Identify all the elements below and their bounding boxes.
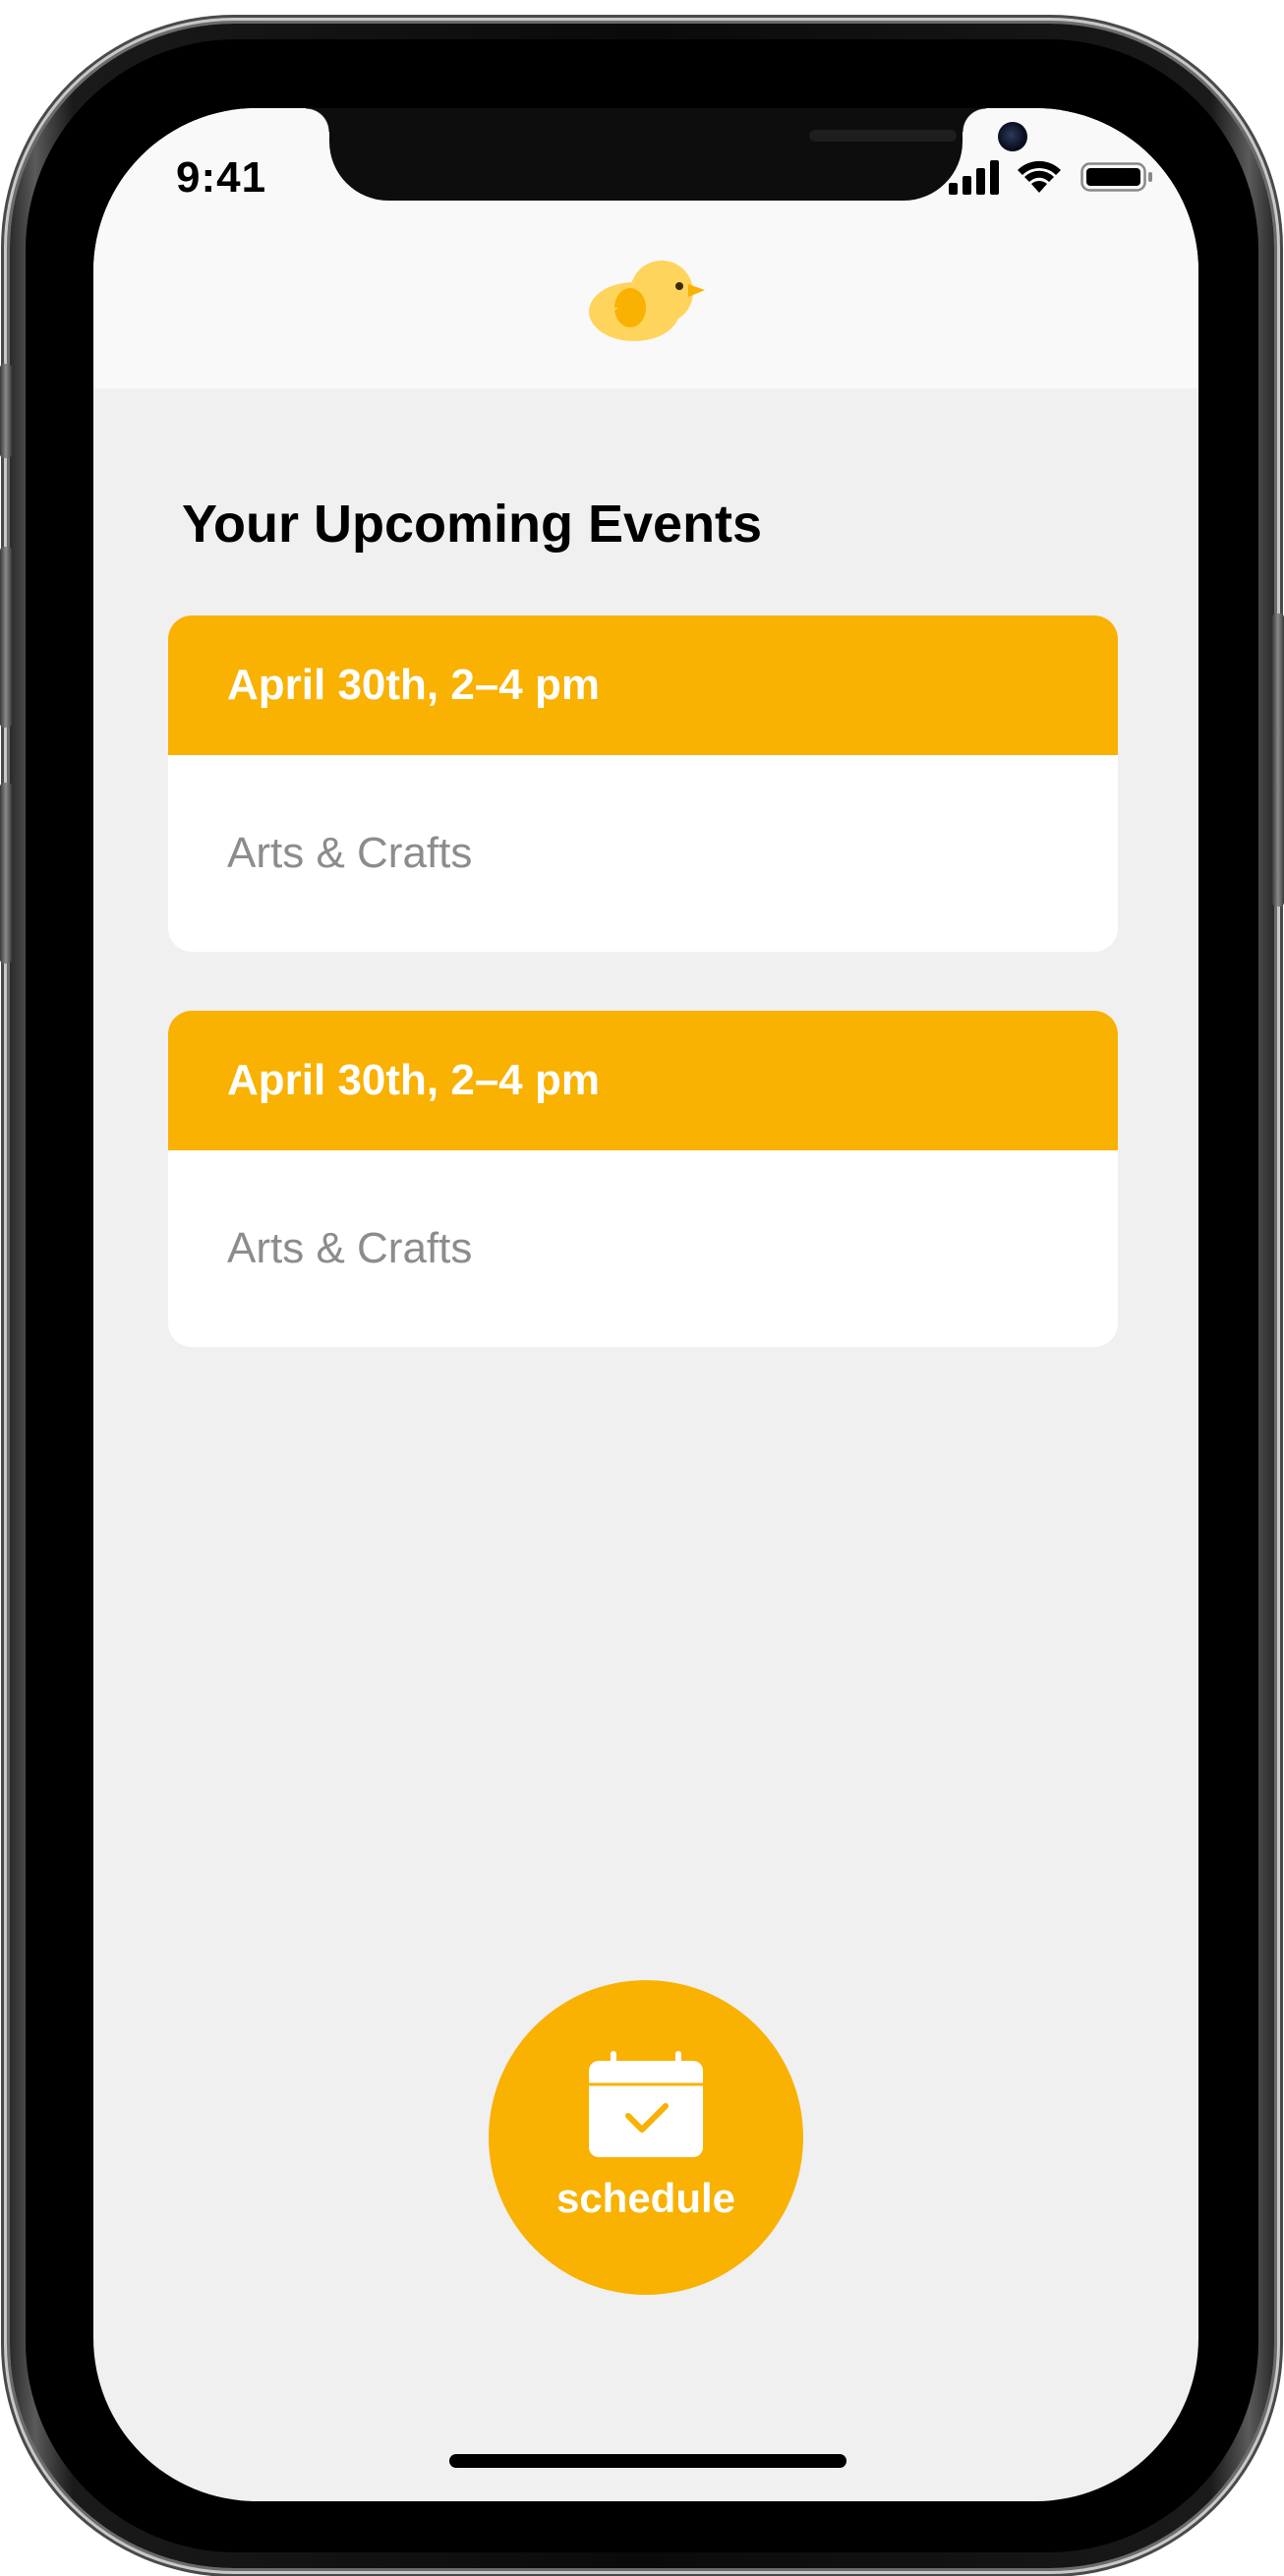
page-title: Your Upcoming Events [182, 495, 763, 554]
event-card-header: April 30th, 2–4 pm [168, 1011, 1118, 1150]
schedule-button[interactable]: schedule [489, 1980, 803, 2295]
event-card-body: Arts & Crafts [168, 755, 1118, 952]
front-camera [998, 122, 1027, 151]
silent-switch [0, 364, 12, 458]
event-card[interactable]: April 30th, 2–4 pm Arts & Crafts [168, 1011, 1118, 1347]
home-indicator[interactable] [449, 2454, 846, 2468]
app-header: 9:41 [93, 108, 1198, 388]
status-icons [949, 159, 1155, 195]
volume-down-button [0, 783, 12, 964]
battery-icon [1080, 162, 1152, 192]
app-screen: 9:41 Your Upcoming Events April 30th, 2–… [93, 108, 1198, 2501]
bird-logo-icon [589, 261, 705, 341]
signal-icon [949, 160, 999, 195]
calendar-check-icon [589, 2051, 703, 2157]
speaker-grille [809, 130, 957, 142]
wifi-icon [1018, 160, 1061, 193]
event-card-header: April 30th, 2–4 pm [168, 615, 1118, 755]
event-card[interactable]: April 30th, 2–4 pm Arts & Crafts [168, 615, 1118, 952]
event-date: April 30th, 2–4 pm [227, 1056, 601, 1104]
event-date: April 30th, 2–4 pm [227, 661, 601, 709]
event-card-body: Arts & Crafts [168, 1150, 1118, 1347]
power-button [1272, 614, 1284, 907]
status-time: 9:41 [176, 153, 267, 202]
notch [306, 108, 1027, 201]
schedule-button-label: schedule [555, 2175, 736, 2221]
event-activity: Arts & Crafts [227, 1224, 473, 1272]
volume-up-button [0, 547, 12, 728]
event-activity: Arts & Crafts [227, 829, 473, 877]
